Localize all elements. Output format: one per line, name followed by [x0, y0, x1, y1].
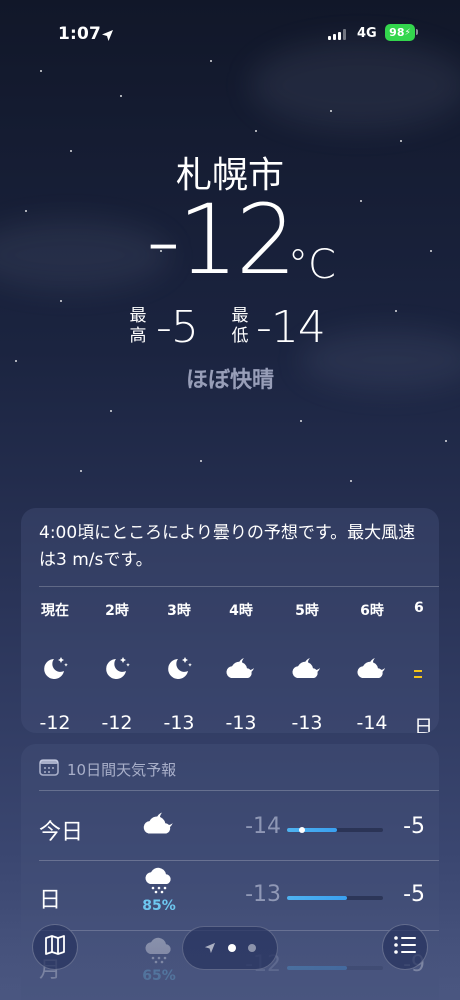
map-icon [43, 933, 67, 961]
moon-stars-icon [87, 654, 147, 682]
hour-label: 4時 [229, 603, 253, 619]
temperature-range-fill [287, 966, 347, 970]
day-high-temperature: -5 [403, 882, 425, 907]
calendar-icon [39, 758, 59, 780]
hour-temperature: -12 [39, 712, 71, 733]
day-row[interactable]: 日 85% -13 -5 [21, 862, 439, 928]
hour-label: 6時 [360, 603, 384, 619]
temperature-range-fill [287, 896, 347, 900]
network-type: 4G [357, 26, 377, 41]
high-low-temperatures: 最 高 -5 最 低 -14 [128, 300, 348, 360]
battery-tip [416, 29, 418, 35]
hour-temperature: -14 [356, 712, 388, 733]
temperature-range-bar [287, 966, 383, 970]
high-label-bottom: 高 [129, 326, 147, 346]
hour-item: 2時 -12 [87, 600, 147, 733]
hour-item: 5時 -13 [277, 600, 337, 733]
divider [39, 790, 439, 791]
sunrise-icon [414, 654, 439, 682]
location-arrow-icon [204, 939, 216, 958]
cloud-snow-icon: 85% [137, 866, 181, 914]
page-dot-active [228, 944, 236, 952]
precipitation-chance: 85% [142, 898, 176, 914]
moon-stars-icon [25, 654, 85, 682]
hour-item: 現在 -12 [25, 600, 85, 733]
day-low-temperature: -14 [245, 814, 281, 839]
high-temperature: -5 [156, 302, 199, 353]
page-indicator[interactable] [182, 926, 278, 970]
divider [39, 860, 439, 861]
hour-label: 5時 [295, 603, 319, 619]
hour-label: 現在 [41, 603, 69, 619]
hour-temperature: -13 [163, 712, 195, 733]
battery-icon: 98 ⚡ [385, 24, 415, 41]
ten-day-header: 10日間天気予報 [39, 758, 176, 780]
hour-label: 2時 [105, 603, 129, 619]
cloud-snow-icon: 65% [137, 936, 181, 984]
cloud-moon-icon [277, 654, 337, 682]
low-label-top: 最 [231, 306, 249, 326]
hourly-forecast-card[interactable]: 4:00頃にところにより曇りの予想です。最大風速は3 m/sです。 現在 -12… [21, 508, 439, 733]
day-high-temperature: -5 [403, 814, 425, 839]
temperature-range-bar [287, 827, 383, 833]
temperature-range-bar [287, 896, 383, 900]
hour-temperature: -13 [291, 712, 323, 733]
hour-temperature: 日 [414, 716, 434, 733]
list-icon [392, 934, 418, 960]
cloud-moon-icon [211, 654, 271, 682]
temperature-unit: °C [288, 242, 336, 288]
cloud-moon-icon [137, 808, 181, 842]
day-name: 日 [39, 888, 62, 913]
hour-item-partial: 6 日 [404, 600, 439, 733]
hour-item: 3時 -13 [149, 600, 209, 733]
hour-item: 6時 -14 [342, 600, 402, 733]
status-time: 1:07 [58, 24, 102, 44]
cloud-moon-icon [342, 654, 402, 682]
list-button[interactable] [382, 924, 428, 970]
ten-day-title: 10日間天気予報 [67, 760, 177, 779]
page-dot [248, 944, 256, 952]
hour-temperature: -12 [101, 712, 133, 733]
hour-temperature: -13 [225, 712, 257, 733]
battery-level: 98 [389, 26, 405, 39]
map-button[interactable] [32, 924, 78, 970]
moon-stars-icon [149, 654, 209, 682]
hour-label: 3時 [167, 603, 191, 619]
cellular-signal-icon [328, 29, 346, 40]
current-temperature-dot [298, 827, 305, 833]
hour-label: 6 [414, 600, 424, 616]
weather-condition: ほぼ快晴 [185, 368, 274, 393]
location-arrow-icon [101, 27, 114, 46]
precipitation-chance: 65% [142, 968, 176, 984]
low-temperature: -14 [256, 302, 326, 353]
day-low-temperature: -13 [245, 882, 281, 907]
status-bar: 1:07 4G 98 ⚡ [0, 0, 460, 54]
day-name: 今日 [39, 820, 84, 845]
day-row[interactable]: 今日 -14 -5 [21, 794, 439, 860]
low-label-bottom: 低 [231, 326, 249, 346]
hourly-summary: 4:00頃にところにより曇りの予想です。最大風速は3 m/sです。 [39, 523, 416, 570]
high-label-top: 最 [129, 306, 147, 326]
hour-item: 4時 -13 [211, 600, 271, 733]
divider [39, 586, 439, 587]
current-temperature: -12 [146, 184, 297, 296]
temperature-range-fill [287, 828, 337, 832]
